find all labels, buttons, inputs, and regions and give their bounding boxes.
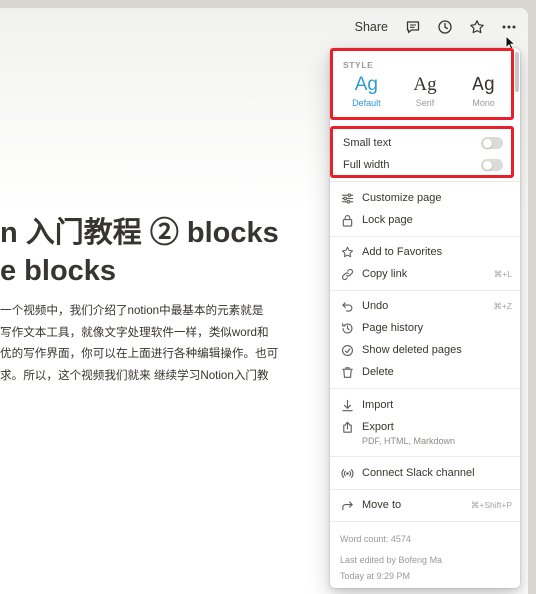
copy-link-item[interactable]: Copy link ⌘+L <box>340 264 512 284</box>
show-deleted-pages-item[interactable]: Show deleted pages <box>340 340 512 360</box>
star-icon[interactable] <box>466 16 488 38</box>
page-body[interactable]: 一个视频中，我们介绍了notion中最基本的元素就是 写作文本工具，就像文字处理… <box>0 300 330 386</box>
style-option-default[interactable]: Ag Default <box>340 73 392 108</box>
connect-slack-item[interactable]: Connect Slack channel <box>340 463 512 483</box>
body-text-line: 求。所以，这个视频我们就来 继续学习Notion入门教 <box>0 368 269 382</box>
style-glyph: Ag <box>354 74 378 95</box>
style-section: STYLE Ag Default Ag Serif Ag Mono <box>330 48 514 120</box>
menu-item-label: Page history <box>362 322 424 334</box>
small-text-label: Small text <box>343 137 392 149</box>
menu-item-shortcut: ⌘+Z <box>493 300 512 311</box>
menu-item-label: Connect Slack channel <box>362 467 475 479</box>
history-icon <box>340 321 354 335</box>
comment-icon[interactable] <box>402 16 424 38</box>
slack-icon <box>340 466 354 480</box>
style-option-serif[interactable]: Ag Serif <box>399 73 451 108</box>
import-icon <box>340 398 354 412</box>
menu-scrollbar[interactable] <box>514 50 519 586</box>
page-title[interactable]: n 入门教程 ② blocks e blocks <box>0 214 330 290</box>
divider <box>330 290 520 291</box>
menu-item-label: Move to <box>362 499 402 511</box>
style-option-mono[interactable]: Ag Mono <box>458 73 510 108</box>
divider <box>330 521 520 522</box>
menu-item-label: Undo <box>362 300 389 312</box>
menu-item-label: Lock page <box>362 214 413 226</box>
divider <box>330 388 520 389</box>
delete-item[interactable]: Delete <box>340 362 512 382</box>
menu-item-label: Add to Favorites <box>362 246 443 258</box>
divider <box>330 181 520 182</box>
move-icon <box>340 498 354 512</box>
page-options-menu: STYLE Ag Default Ag Serif Ag Mono Small … <box>330 48 520 588</box>
notion-window: Share n 入门教程 ② blocks e blocks 一个视频中，我们介… <box>0 8 528 594</box>
full-width-row[interactable]: Full width <box>343 155 503 175</box>
style-glyph: Ag <box>413 74 437 95</box>
full-width-label: Full width <box>343 159 390 171</box>
full-width-toggle[interactable] <box>481 159 503 171</box>
toggle-section: Small text Full width <box>330 126 514 178</box>
body-text-line: 写作文本工具，就像文字处理软件一样，类似word和 <box>0 325 269 339</box>
star-icon <box>340 245 354 259</box>
small-text-toggle[interactable] <box>481 137 503 149</box>
body-text-line: 一个视频中，我们介绍了notion中最基本的元素就是 <box>0 304 264 317</box>
divider <box>330 489 520 490</box>
menu-item-shortcut: ⌘+L <box>493 268 512 279</box>
add-to-favorites-item[interactable]: Add to Favorites <box>340 242 512 262</box>
export-item[interactable]: Export PDF, HTML, Markdown <box>340 417 512 446</box>
trash-icon <box>340 365 354 379</box>
page-title-line: n 入门教程 ② blocks <box>0 217 279 249</box>
style-label: Serif <box>415 98 435 108</box>
divider <box>330 236 520 237</box>
move-to-item[interactable]: Move to ⌘+Shift+P <box>340 495 512 515</box>
style-glyph: Ag <box>472 74 496 96</box>
customize-page-item[interactable]: Customize page <box>340 188 512 208</box>
export-icon <box>340 420 354 434</box>
export-formats-label: PDF, HTML, Markdown <box>362 436 456 446</box>
last-edited-time: Today at 9:29 PM <box>340 571 411 581</box>
share-button[interactable]: Share <box>351 18 392 36</box>
menu-item-label: Delete <box>362 366 394 378</box>
menu-item-label: Copy link <box>362 268 408 280</box>
menu-item-label: Customize page <box>362 192 442 204</box>
menu-item-shortcut: ⌘+Shift+P <box>470 499 512 510</box>
last-edited-by: Last edited by Bofeng Ma <box>340 555 443 565</box>
top-bar: Share <box>351 14 520 40</box>
import-item[interactable]: Import <box>340 395 512 415</box>
body-text-line: 优的写作界面，你可以在上面进行各种编辑操作。也可 <box>0 347 279 360</box>
page-title-line: e blocks <box>0 255 117 287</box>
undo-item[interactable]: Undo ⌘+Z <box>340 296 512 316</box>
small-text-row[interactable]: Small text <box>343 133 503 153</box>
style-label: Mono <box>472 98 495 108</box>
menu-item-label: Import <box>362 399 394 411</box>
trash-restore-icon <box>340 343 354 357</box>
style-header: STYLE <box>343 60 374 70</box>
word-count: Word count: 4574 <box>340 534 411 544</box>
lock-icon <box>340 213 354 227</box>
style-label: Default <box>352 98 381 108</box>
clock-icon[interactable] <box>434 16 456 38</box>
undo-icon <box>340 299 354 313</box>
lock-page-item[interactable]: Lock page <box>340 210 512 230</box>
menu-item-label: Show deleted pages <box>362 344 462 356</box>
link-icon <box>340 267 354 281</box>
divider <box>330 456 520 457</box>
menu-item-label: Export <box>362 421 394 433</box>
sliders-icon <box>340 191 354 205</box>
page-history-item[interactable]: Page history <box>340 318 512 338</box>
